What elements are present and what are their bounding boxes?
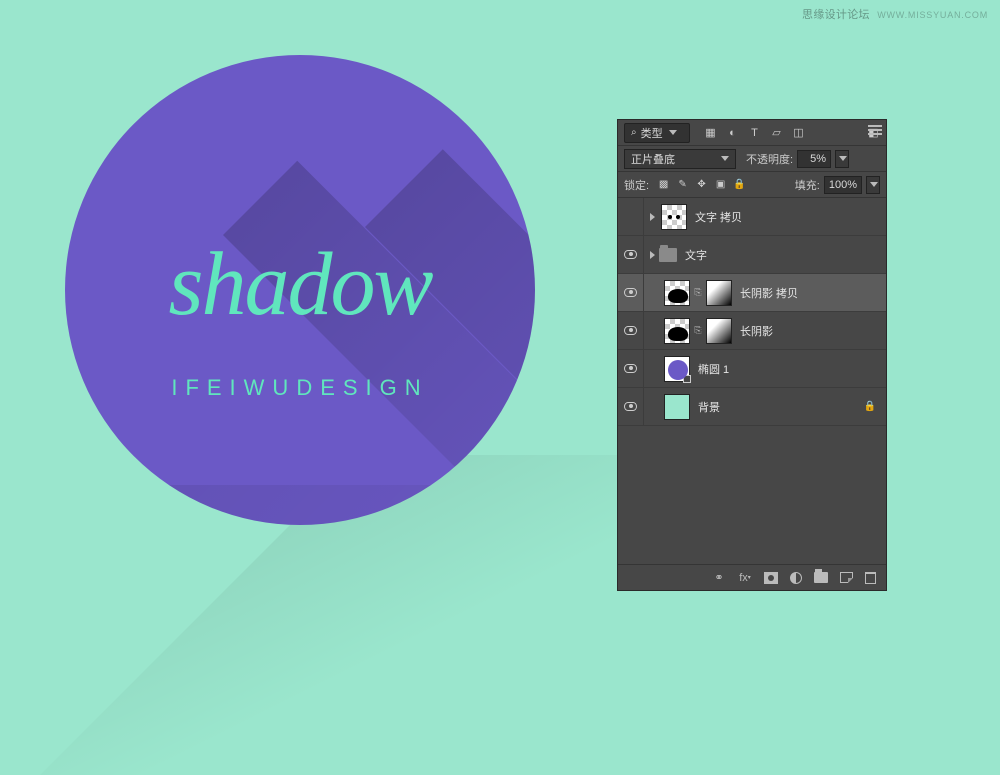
visibility-toggle[interactable] xyxy=(618,350,644,387)
delete-layer-icon[interactable] xyxy=(865,572,876,584)
opacity-stepper[interactable] xyxy=(835,150,849,168)
eye-icon xyxy=(624,326,637,335)
panel-footer: ⚭ fx▾ xyxy=(618,564,886,590)
purple-circle: shadow IFEIWUDESIGN xyxy=(65,55,535,525)
lock-pixels-icon[interactable]: ✎ xyxy=(676,178,689,191)
layer-list: 文字 拷贝 文字 ⎘ 长阴影 拷贝 xyxy=(618,198,886,564)
visibility-toggle[interactable] xyxy=(618,236,644,273)
disclosure-icon[interactable] xyxy=(650,213,655,221)
fill-input[interactable]: 100% xyxy=(824,176,862,194)
layer-row[interactable]: 文字 xyxy=(618,236,886,274)
visibility-toggle[interactable] xyxy=(618,312,644,349)
chevron-down-icon xyxy=(669,130,677,135)
artwork-canvas: shadow IFEIWUDESIGN xyxy=(65,55,535,525)
layer-thumbnail xyxy=(664,356,690,382)
opacity-value: 5% xyxy=(810,153,826,165)
script-text: shadow xyxy=(65,233,535,336)
blend-mode-value: 正片叠底 xyxy=(631,151,675,167)
blend-opacity-row: 正片叠底 不透明度: 5% xyxy=(618,146,886,172)
eye-icon xyxy=(624,364,637,373)
layer-name[interactable]: 文字 xyxy=(685,247,707,263)
layer-thumbnail xyxy=(664,280,690,306)
layer-thumbnail xyxy=(664,394,690,420)
new-group-icon[interactable] xyxy=(814,572,828,583)
visibility-toggle[interactable] xyxy=(618,274,644,311)
layer-row[interactable]: 背景 🔒 xyxy=(618,388,886,426)
lock-label: 锁定: xyxy=(624,177,649,193)
lock-fill-row: 锁定: ▩ ✎ ✥ ▣ 🔒 填充: 100% xyxy=(618,172,886,198)
layers-panel: ⌕ 类型 ▦ ◐ T ▱ ◫ ◧ 正片叠底 不透明度: 5% 锁定: ▩ ✎ ✥… xyxy=(618,120,886,590)
eye-icon xyxy=(624,402,637,411)
opacity-label: 不透明度: xyxy=(746,151,793,167)
layer-thumbnail xyxy=(661,204,687,230)
layer-name[interactable]: 长阴影 拷贝 xyxy=(740,285,798,301)
chevron-down-icon xyxy=(721,156,729,161)
mask-thumbnail xyxy=(706,280,732,306)
adjustment-layer-icon[interactable] xyxy=(790,572,802,584)
mask-link-icon[interactable]: ⎘ xyxy=(693,287,703,298)
layer-name[interactable]: 长阴影 xyxy=(740,323,773,339)
lock-icon: 🔒 xyxy=(864,401,876,412)
fill-stepper[interactable] xyxy=(866,176,880,194)
filter-kind-icons: ▦ ◐ T ▱ ◫ xyxy=(704,126,805,139)
opacity-input[interactable]: 5% xyxy=(797,150,831,168)
layer-name[interactable]: 文字 拷贝 xyxy=(695,209,742,225)
layer-name[interactable]: 椭圆 1 xyxy=(698,361,729,377)
visibility-toggle[interactable] xyxy=(618,388,644,425)
filter-type-icon[interactable]: T xyxy=(748,126,761,139)
layer-thumbnail xyxy=(664,318,690,344)
search-icon: ⌕ xyxy=(631,127,637,138)
filter-smart-icon[interactable]: ◫ xyxy=(792,126,805,139)
filter-type-label: 类型 xyxy=(641,125,663,141)
lock-transparency-icon[interactable]: ▩ xyxy=(657,178,670,191)
layer-row[interactable]: ⎘ 长阴影 拷贝 xyxy=(618,274,886,312)
layer-name[interactable]: 背景 xyxy=(698,399,720,415)
subtitle-text: IFEIWUDESIGN xyxy=(65,375,535,401)
new-layer-icon[interactable] xyxy=(840,572,853,583)
lock-position-icon[interactable]: ✥ xyxy=(695,178,708,191)
watermark-url: WWW.MISSYUAN.COM xyxy=(877,10,988,20)
link-layers-icon[interactable]: ⚭ xyxy=(712,571,726,585)
lock-all-icon[interactable]: 🔒 xyxy=(733,178,746,191)
visibility-toggle[interactable] xyxy=(618,198,644,235)
layer-row[interactable]: 文字 拷贝 xyxy=(618,198,886,236)
fill-value: 100% xyxy=(829,179,857,191)
lock-artboard-icon[interactable]: ▣ xyxy=(714,178,727,191)
panel-menu-icon[interactable] xyxy=(868,125,882,135)
filter-type-dropdown[interactable]: ⌕ 类型 xyxy=(624,123,690,143)
blend-mode-select[interactable]: 正片叠底 xyxy=(624,149,736,169)
layer-fx-icon[interactable]: fx▾ xyxy=(738,571,752,585)
filter-row: ⌕ 类型 ▦ ◐ T ▱ ◫ ◧ xyxy=(618,120,886,146)
disclosure-icon[interactable] xyxy=(650,251,655,259)
shape-badge-icon xyxy=(683,375,691,383)
filter-shape-icon[interactable]: ▱ xyxy=(770,126,783,139)
eye-icon xyxy=(624,288,637,297)
mask-link-icon[interactable]: ⎘ xyxy=(693,325,703,336)
layer-row[interactable]: ⎘ 长阴影 xyxy=(618,312,886,350)
watermark-text: 思缘设计论坛 xyxy=(802,9,870,21)
add-mask-icon[interactable] xyxy=(764,572,778,584)
eye-icon xyxy=(624,250,637,259)
fill-label: 填充: xyxy=(795,177,820,193)
layer-row[interactable]: 椭圆 1 xyxy=(618,350,886,388)
watermark: 思缘设计论坛 WWW.MISSYUAN.COM xyxy=(802,6,988,22)
mask-thumbnail xyxy=(706,318,732,344)
folder-icon xyxy=(659,248,677,262)
filter-adjustment-icon[interactable]: ◐ xyxy=(726,126,739,139)
filter-pixel-icon[interactable]: ▦ xyxy=(704,126,717,139)
